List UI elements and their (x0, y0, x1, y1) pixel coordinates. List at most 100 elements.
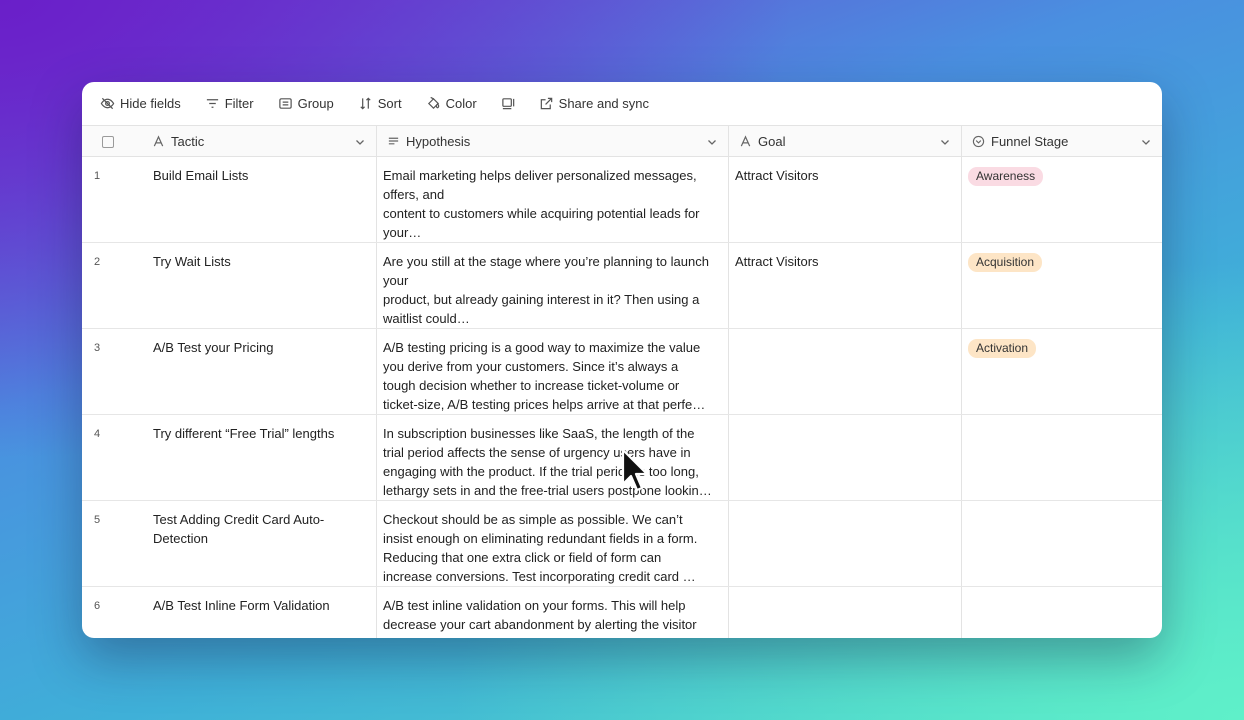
rows-container: 1 Build Email Lists Email marketing helps … (82, 157, 1162, 638)
row-number: 5 (94, 514, 101, 526)
chevron-down-icon[interactable] (706, 136, 718, 148)
filter-icon (206, 99, 218, 108)
column-label: Funnel Stage (991, 134, 1069, 149)
text-field-icon (153, 135, 164, 147)
header-row: Tactic Hypothesis Goal Funnel Stage (82, 126, 1162, 157)
table-row[interactable]: 1 Build Email Lists Email marketing helps … (82, 157, 1162, 243)
cell-hypothesis[interactable]: A/B testing pricing is a good way to max… (377, 329, 729, 414)
column-header-goal[interactable]: Goal (729, 126, 962, 157)
row-number: 6 (94, 600, 101, 612)
color-button[interactable]: Color (426, 96, 477, 111)
cell-funnel-stage[interactable] (962, 501, 1162, 586)
cell-tactic[interactable]: Try Wait Lists (142, 243, 377, 328)
hypothesis-line: you derive from your customers. Since it… (383, 359, 679, 374)
sort-label: Sort (377, 96, 402, 111)
hypothesis-line: Email marketing helps deliver personaliz… (383, 168, 697, 183)
cell-goal[interactable]: Attract Visitors (729, 243, 962, 328)
cell-hypothesis[interactable]: In subscription businesses like SaaS, th… (377, 415, 729, 500)
select-all-checkbox[interactable] (102, 135, 114, 148)
hypothesis-line: decrease your cart abandonment by alerti… (383, 617, 697, 632)
cell-hypothesis[interactable]: Email marketing helps deliver personaliz… (377, 157, 729, 242)
table-row[interactable]: 3 A/B Test your Pricing A/B testing pricin… (82, 329, 1162, 415)
cell-hypothesis[interactable]: Checkout should be as simple as possible… (377, 501, 729, 586)
table-row[interactable]: 5 Test Adding Credit Card Auto-Detection C… (82, 501, 1162, 587)
hypothesis-line: lethargy sets in and the free-trial user… (383, 483, 712, 498)
chevron-down-icon[interactable] (1140, 136, 1152, 148)
filter-label: Filter (224, 96, 254, 111)
column-header-hypothesis[interactable]: Hypothesis (377, 126, 729, 157)
paint-bucket-icon (427, 96, 439, 110)
column-label: Hypothesis (406, 134, 471, 149)
funnel-stage-badge: Awareness (968, 167, 1044, 186)
row-number: 3 (94, 342, 101, 354)
sort-button[interactable]: Sort (358, 96, 402, 111)
sort-icon (360, 97, 371, 110)
cell-hypothesis[interactable]: A/B test inline validation on your forms… (377, 587, 729, 638)
hypothesis-line: A/B testing pricing is a good way to max… (383, 340, 701, 355)
hypothesis-line: content to customers while acquiring pot… (383, 206, 700, 221)
cell-tactic[interactable]: A/B Test Inline Form Validation (142, 587, 377, 638)
cell-funnel-stage[interactable]: Awareness (962, 157, 1162, 242)
table-row[interactable]: 6 A/B Test Inline Form Validation A/B test… (82, 587, 1162, 638)
hypothesis-line: trial period affects the sense of urgenc… (383, 445, 691, 460)
hypothesis-line: increase conversions. Test incorporating… (383, 569, 696, 584)
header-select-all (82, 126, 142, 157)
column-header-funnel-stage[interactable]: Funnel Stage (962, 126, 1162, 157)
hypothesis-line: of errors as you make them while filling… (383, 634, 722, 638)
row-number: 4 (94, 428, 101, 440)
hypothesis-line: your (383, 273, 409, 288)
chevron-down-icon[interactable] (939, 136, 951, 148)
cell-hypothesis[interactable]: Are you still at the stage where you’re … (377, 243, 729, 328)
cell-tactic[interactable]: A/B Test your Pricing (142, 329, 377, 414)
hypothesis-line: waitlist could… (383, 311, 470, 326)
app-window: Hide fields Filter Group Sort Color Shar… (82, 82, 1162, 638)
group-icon (278, 98, 292, 109)
hypothesis-line: product, but already gaining interest in… (383, 292, 700, 307)
hypothesis-line: insist enough on eliminating redundant f… (383, 531, 698, 546)
funnel-stage-badge: Acquisition (968, 253, 1043, 272)
column-label: Goal (758, 134, 786, 149)
share-icon (540, 97, 552, 110)
row-height-icon (501, 98, 514, 110)
cell-goal[interactable] (729, 329, 962, 414)
row-number: 2 (94, 256, 101, 268)
cell-funnel-stage[interactable]: Activation (962, 329, 1162, 414)
color-label: Color (445, 96, 477, 111)
mouse-cursor-icon (621, 448, 649, 492)
share-label: Share and sync (558, 96, 649, 111)
hypothesis-line: A/B test inline validation on your forms… (383, 598, 686, 613)
hypothesis-line: offers, and (383, 187, 445, 202)
cell-funnel-stage[interactable]: Acquisition (962, 243, 1162, 328)
cell-tactic[interactable]: Build Email Lists (142, 157, 377, 242)
column-label: Tactic (171, 134, 205, 149)
filter-button[interactable]: Filter (205, 96, 254, 111)
hide-fields-label: Hide fields (120, 96, 181, 111)
hypothesis-line: engaging with the product. If the trial … (383, 464, 699, 479)
hypothesis-line: ticket-size, A/B testing prices helps ar… (383, 397, 706, 412)
cell-goal[interactable] (729, 587, 962, 638)
data-grid: Tactic Hypothesis Goal Funnel Stage 1 Bui… (82, 126, 1162, 638)
eye-slash-icon (100, 97, 115, 110)
text-field-icon (740, 135, 751, 147)
funnel-stage-badge: Activation (968, 339, 1037, 358)
cell-tactic[interactable]: Test Adding Credit Card Auto-Detection (142, 501, 377, 586)
hide-fields-button[interactable]: Hide fields (100, 96, 181, 111)
cell-goal[interactable] (729, 415, 962, 500)
table-row[interactable]: 2 Try Wait Lists Are you still at the stag… (82, 243, 1162, 329)
chevron-down-icon[interactable] (354, 136, 366, 148)
toolbar: Hide fields Filter Group Sort Color Shar… (82, 82, 1162, 126)
cell-funnel-stage[interactable] (962, 415, 1162, 500)
cell-goal[interactable] (729, 501, 962, 586)
share-and-sync-button[interactable]: Share and sync (539, 96, 649, 111)
cell-goal[interactable]: Attract Visitors (729, 157, 962, 242)
row-height-button[interactable] (501, 96, 521, 111)
cell-tactic[interactable]: Try different “Free Trial” lengths (142, 415, 377, 500)
single-select-icon (972, 135, 985, 148)
hypothesis-line: Reducing that one extra click or field o… (383, 550, 662, 565)
hypothesis-line: Are you still at the stage where you’re … (383, 254, 709, 269)
column-header-tactic[interactable]: Tactic (142, 126, 377, 157)
long-text-icon (388, 137, 399, 145)
cell-funnel-stage[interactable] (962, 587, 1162, 638)
hypothesis-line: your… (383, 225, 422, 240)
group-button[interactable]: Group (278, 96, 334, 111)
